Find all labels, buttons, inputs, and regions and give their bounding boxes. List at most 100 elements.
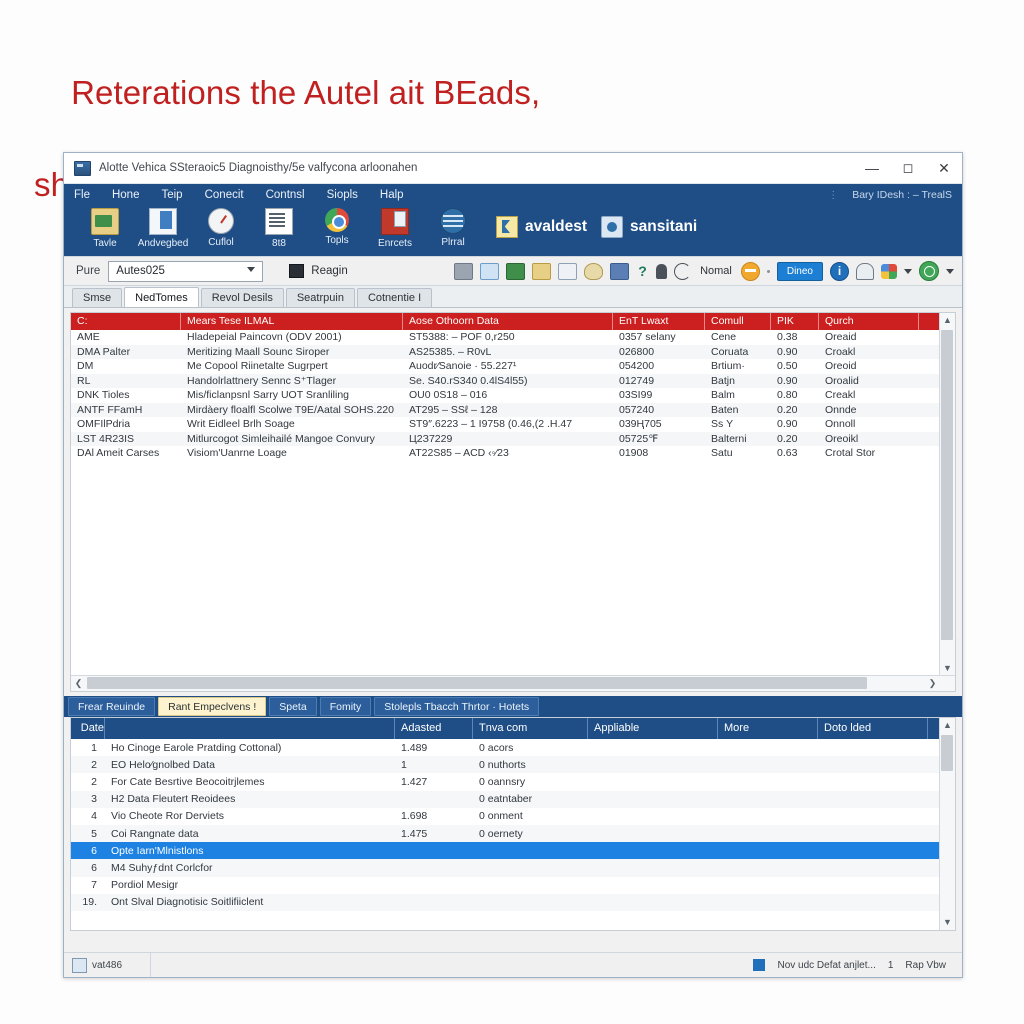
vertical-scroll-thumb[interactable]	[941, 330, 953, 640]
list-item[interactable]: 7 Pordiol Mesigr	[71, 877, 955, 894]
column-header-name[interactable]: Mears Tese ILMAL	[181, 313, 403, 330]
toolbar-button-8t8[interactable]: 8t8	[250, 208, 308, 249]
toolbar-button-tavle[interactable]: Tavle	[76, 208, 134, 249]
scroll-right-icon[interactable]: ❯	[925, 676, 940, 691]
tab-seatrpuin[interactable]: Seatrpuin	[285, 288, 355, 307]
pinwheel-dropdown-icon[interactable]	[904, 268, 912, 274]
green-card-icon[interactable]	[506, 262, 526, 280]
column-header-appliable[interactable]: Appliable	[588, 718, 718, 739]
menu-item-connect[interactable]: Conecit	[205, 189, 244, 201]
menu-overflow-icon[interactable]: ⋮	[828, 190, 838, 201]
toolbar-button-topls[interactable]: Topls	[308, 208, 366, 246]
table-row[interactable]: LST 4R23IS Mitlurcogot Simleihailé Mango…	[71, 431, 955, 446]
check-dropdown-icon[interactable]	[946, 268, 954, 274]
upper-grid-horizontal-scrollbar[interactable]: ❮ ❯	[71, 675, 955, 691]
folder-icon[interactable]	[532, 262, 552, 280]
list-item[interactable]: 6 M4 Suhyƒdnt Corlcfor	[71, 859, 955, 877]
reagin-button[interactable]: Reagin	[289, 264, 348, 278]
list-item[interactable]: 4 Vio Cheote Ror Derviets 1.698 0 onment	[71, 808, 955, 825]
column-header-data[interactable]: Aose Othoorn Data	[403, 313, 613, 330]
btab-fomity[interactable]: Fomity	[319, 697, 372, 716]
tab-nedtomes[interactable]: NedTomes	[124, 287, 199, 307]
alert-icon[interactable]	[856, 262, 874, 280]
table-row[interactable]: DM Me Copool Riinetalte Sugrpert Auodr⁄S…	[71, 359, 955, 374]
btab-stolepls[interactable]: Stolepls Tbacch Thrtor · Hotets	[374, 697, 540, 716]
column-header-qurch[interactable]: Qurch	[819, 313, 919, 330]
help-icon[interactable]: ?	[636, 263, 649, 279]
table-row[interactable]: DAl Ameit Carses Visiom'Uanrne Loage AT2…	[71, 446, 955, 461]
scroll-left-icon[interactable]: ❮	[71, 676, 86, 691]
brand-button-sansitani[interactable]: sansitani	[601, 216, 697, 238]
table-row[interactable]: DMA Palter Meritizing Maall Sounc Sirope…	[71, 344, 955, 359]
check-circle-icon[interactable]	[919, 261, 939, 281]
close-button[interactable]: ✕	[926, 153, 962, 183]
cell-comull: Balm	[711, 389, 735, 401]
column-header-value[interactable]: EnT Lwaxt	[613, 313, 705, 330]
menu-item-help[interactable]: Halp	[380, 189, 404, 201]
btab-frear-reuinde[interactable]: Frear Reuinde	[68, 697, 156, 716]
list-item[interactable]: 3 H2 Data Fleutert Reoidees 0 eatntaber	[71, 790, 955, 808]
menu-item-teip[interactable]: Teip	[161, 189, 182, 201]
list-item[interactable]: 2 EO Helo⁄gnolbed Data 1 0 nuthorts	[71, 756, 955, 774]
list-item-selected[interactable]: 6 Opte Iarn'Mlnistlons	[71, 842, 955, 860]
table-row[interactable]: DNK Tioles Mis/ficlanpsnl Sarry UOT Sran…	[71, 388, 955, 403]
info-icon[interactable]: i	[830, 261, 849, 281]
menu-item-tools[interactable]: Siopls	[327, 189, 358, 201]
stack-icon[interactable]	[610, 262, 630, 280]
vehicle-select[interactable]: Autes025	[108, 260, 264, 282]
btab-speta[interactable]: Speta	[269, 697, 317, 716]
column-header-pik[interactable]: PIK	[771, 313, 819, 330]
horizontal-scroll-thumb[interactable]	[87, 677, 867, 689]
upper-grid-vertical-scrollbar[interactable]: ▲ ▼	[939, 313, 955, 691]
scroll-up-icon[interactable]: ▲	[940, 718, 955, 733]
column-header-code[interactable]: C:	[71, 313, 181, 330]
window-icon[interactable]	[558, 262, 578, 280]
column-header-more[interactable]: More	[718, 718, 818, 739]
dineo-button[interactable]: Dineo	[776, 261, 823, 281]
orange-circle-icon[interactable]	[740, 261, 760, 281]
btab-rant-empeclvens[interactable]: Rant Empeclvens !	[158, 697, 267, 716]
pinwheel-icon[interactable]	[881, 263, 897, 279]
column-header-adasted[interactable]: Adasted	[395, 718, 473, 739]
list-item[interactable]: 5 Coi Rangnate data 1.475 0 oernety	[71, 824, 955, 843]
brand-button-avaldest[interactable]: avaldest	[496, 216, 587, 238]
column-header-date[interactable]: Date	[71, 718, 105, 739]
column-header-doto[interactable]: Doto lded	[818, 718, 928, 739]
table-row[interactable]: RL Handolrlattnery Sennc S⁺Tlager Se. S4…	[71, 373, 955, 388]
table-row[interactable]: AME Hladepeial Paincovn (ODV 2001) ST538…	[71, 330, 955, 345]
monitor-icon	[289, 264, 305, 278]
menu-item-control[interactable]: Contnsl	[266, 189, 305, 201]
list-item[interactable]: 2 For Cate Besrtive Beocoitrjlemes 1.427…	[71, 773, 955, 790]
menu-item-home[interactable]: Hone	[112, 189, 140, 201]
minimize-button[interactable]: —	[854, 153, 890, 183]
nav-icon[interactable]	[674, 262, 692, 280]
scroll-down-icon[interactable]: ▼	[940, 915, 955, 930]
lower-grid-vertical-scrollbar[interactable]: ▲ ▼	[939, 718, 955, 930]
status-right: Nov udc Defat anjlet... 1 Rap Vbw	[753, 959, 962, 971]
toolbar-button-andvegbed[interactable]: Andvegbed	[134, 208, 192, 249]
table-row[interactable]: OMFIlPdria Writ Eidleel Brlh Soage ST9″.…	[71, 417, 955, 432]
toolbar-button-enrcets[interactable]: Enrcets	[366, 208, 424, 249]
tab-revol-desils[interactable]: Revol Desils	[200, 288, 284, 307]
column-header-comull[interactable]: Comull	[705, 313, 771, 330]
scroll-up-icon[interactable]: ▲	[940, 313, 955, 328]
list-item[interactable]: 19. Ont Slval Diagnotisic Soitlifiiclent	[71, 893, 955, 911]
table-row[interactable]: ANTF FFamH Mirdàery floalfl Scolwe T9E/A…	[71, 402, 955, 417]
toolbar-button-cuflol[interactable]: Cuflol	[192, 208, 250, 248]
vertical-scroll-thumb[interactable]	[941, 735, 953, 771]
menu-item-file[interactable]: Fle	[74, 189, 90, 201]
toolbar-button-plrral[interactable]: Plrral	[424, 208, 482, 248]
status-app-icon	[72, 957, 87, 973]
maximize-button[interactable]: ◻	[890, 153, 926, 183]
camera-icon[interactable]	[454, 262, 474, 280]
brand-label-avaldest: avaldest	[525, 218, 588, 235]
tab-cotnentie[interactable]: Cotnentie I	[356, 288, 433, 307]
column-header-tnva[interactable]: Tnva com	[473, 718, 588, 739]
list-item[interactable]: 1 Ho Cinoge Earole Pratding Cottonal) 1.…	[71, 739, 955, 756]
bell-icon[interactable]	[656, 263, 668, 279]
scroll-down-icon[interactable]: ▼	[940, 661, 955, 676]
cloud-icon[interactable]	[584, 262, 604, 280]
tab-smse[interactable]: Smse	[72, 288, 123, 307]
column-header-blank[interactable]	[105, 718, 395, 739]
wave-icon[interactable]	[480, 262, 500, 280]
